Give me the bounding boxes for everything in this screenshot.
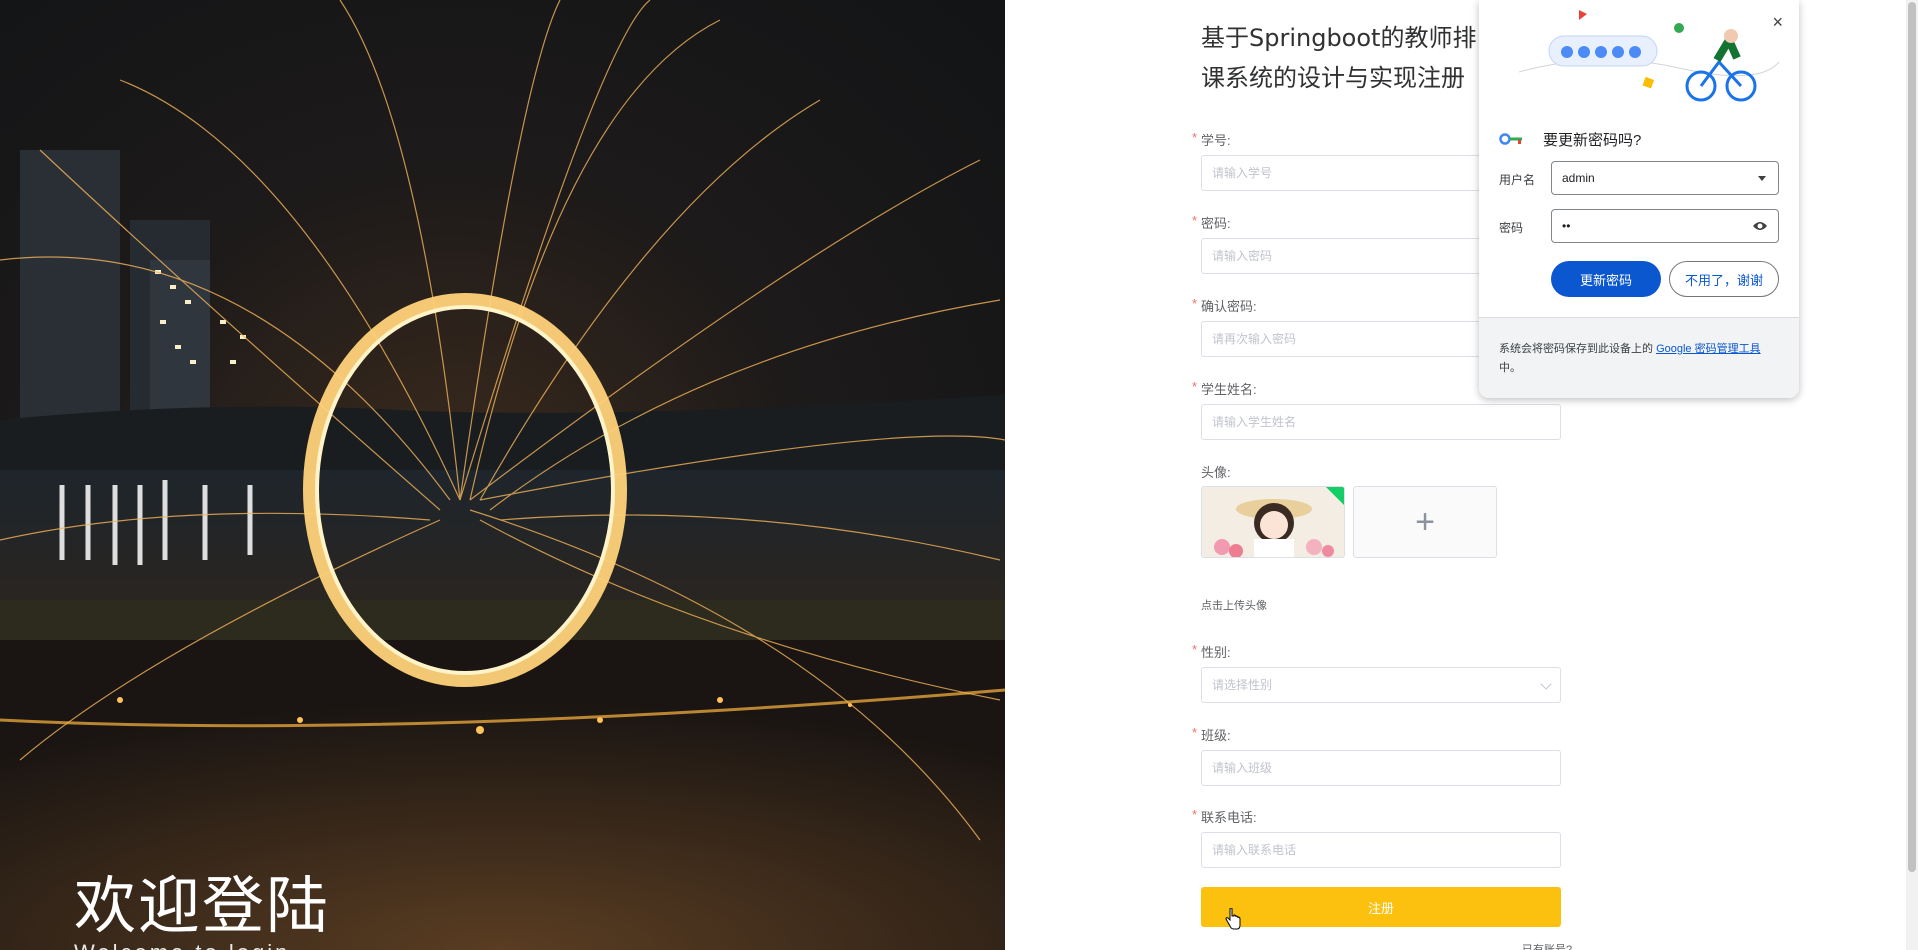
student-name-input[interactable]: 请输入学生姓名	[1201, 404, 1561, 440]
phone-label: * 联系电话:	[1192, 807, 1257, 826]
close-icon[interactable]: ×	[1772, 12, 1783, 33]
password-value: ••	[1562, 219, 1571, 233]
steel-wool-photo	[0, 0, 1005, 950]
password-label: 密码	[1499, 221, 1524, 235]
password-label-text: 密码:	[1201, 216, 1231, 231]
required-mark: *	[1192, 642, 1198, 657]
password-update-popup: × 要更新密码吗? 用户名 admin 密码 •• 更新密码 不用了，谢谢 系统…	[1479, 0, 1799, 398]
update-password-button[interactable]: 更新密码	[1551, 261, 1661, 297]
gender-label: * 性别:	[1192, 642, 1231, 661]
gender-select[interactable]: 请选择性别	[1201, 667, 1561, 703]
password-manager-link[interactable]: Google 密码管理工具	[1656, 343, 1761, 355]
chevron-down-icon	[1540, 678, 1552, 690]
avatar-preview[interactable]	[1201, 486, 1345, 558]
required-mark: *	[1192, 807, 1198, 822]
required-mark: *	[1192, 296, 1198, 311]
footer-suffix: 中。	[1499, 362, 1521, 374]
eye-icon[interactable]	[1752, 220, 1768, 232]
avatar-upload-button[interactable]: +	[1353, 486, 1497, 558]
class-label: * 班级:	[1192, 725, 1231, 744]
register-button[interactable]: 注册	[1201, 887, 1561, 927]
decline-button[interactable]: 不用了，谢谢	[1669, 261, 1779, 297]
upload-hint: 点击上传头像	[1201, 600, 1267, 612]
required-mark: *	[1192, 213, 1198, 228]
plus-icon: +	[1415, 502, 1435, 541]
password-label: * 密码:	[1192, 213, 1231, 232]
caret-down-icon	[1758, 176, 1766, 181]
hero-subtitle: Welcome to login	[74, 940, 290, 950]
footer-text: 系统会将密码保存到此设备上的	[1499, 343, 1657, 355]
hand-cursor-icon	[1225, 908, 1241, 930]
hero-title: 欢迎登陆	[74, 869, 331, 942]
username-select[interactable]: admin	[1551, 161, 1779, 195]
student-id-label-text: 学号:	[1201, 133, 1231, 148]
student-id-label: * 学号:	[1192, 130, 1231, 149]
page-title: 基于Springboot的教师排课系统的设计与实现注册	[1201, 24, 1477, 92]
phone-input[interactable]: 请输入联系电话	[1201, 832, 1561, 868]
scrollbar-thumb[interactable]	[1908, 2, 1916, 872]
required-mark: *	[1192, 130, 1198, 145]
username-value: admin	[1562, 171, 1595, 185]
avatar-label: 头像:	[1201, 465, 1231, 480]
popup-title: 要更新密码吗?	[1543, 132, 1642, 149]
confirm-password-label: * 确认密码:	[1192, 296, 1257, 315]
gender-label-text: 性别:	[1201, 645, 1231, 660]
hero-image: 欢迎登陆 Welcome to login	[0, 0, 1005, 950]
confirm-password-label-text: 确认密码:	[1201, 299, 1257, 314]
class-input[interactable]: 请输入班级	[1201, 750, 1561, 786]
student-name-label-text: 学生姓名:	[1201, 382, 1257, 397]
username-label: 用户名	[1499, 173, 1536, 187]
login-link[interactable]: 已有账号?登录	[1522, 941, 1575, 950]
required-mark: *	[1192, 725, 1198, 740]
password-field[interactable]: ••	[1551, 209, 1779, 243]
scrollbar[interactable]	[1906, 0, 1918, 950]
avatar-image	[1202, 487, 1344, 557]
popup-footer: 系统会将密码保存到此设备上的 Google 密码管理工具中。	[1479, 317, 1799, 398]
password-illustration	[1518, 10, 1780, 102]
register-page: 欢迎登陆 Welcome to login 基于Springboot的教师排课系…	[0, 0, 1918, 950]
key-icon	[1499, 133, 1522, 145]
gender-placeholder: 请选择性别	[1212, 678, 1273, 692]
student-name-label: * 学生姓名:	[1192, 379, 1257, 398]
class-label-text: 班级:	[1201, 728, 1231, 743]
required-mark: *	[1192, 379, 1198, 394]
phone-label-text: 联系电话:	[1201, 810, 1257, 825]
